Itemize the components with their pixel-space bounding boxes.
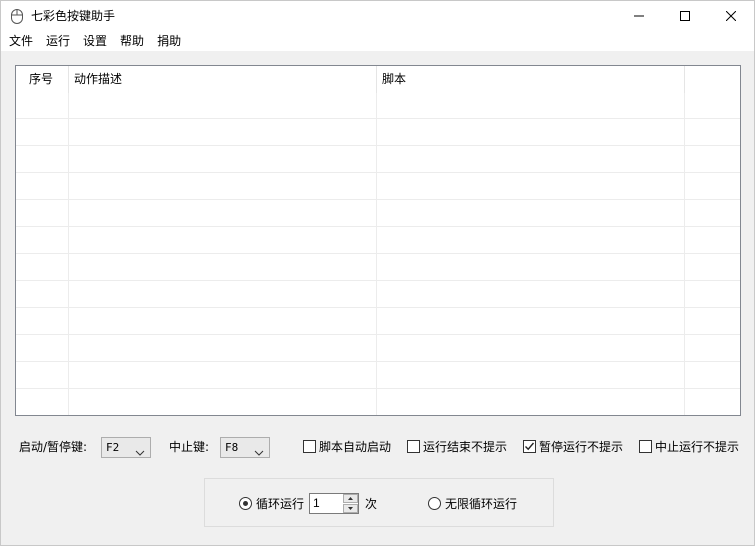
no-end-prompt-label: 运行结束不提示 [423, 440, 508, 454]
menu-bar: 文件 运行 设置 帮助 捐助 [1, 32, 754, 51]
stop-key-select[interactable]: F8 [220, 437, 270, 458]
spin-up-button[interactable] [343, 494, 358, 503]
title-bar: 七彩色按键助手 [1, 1, 754, 32]
grid-line [16, 253, 740, 254]
no-stop-prompt-label: 中止运行不提示 [655, 440, 740, 454]
no-pause-prompt-label: 暂停运行不提示 [539, 440, 624, 454]
menu-file[interactable]: 文件 [1, 32, 39, 51]
window-title: 七彩色按键助手 [31, 9, 116, 23]
maximize-icon [680, 10, 690, 24]
radio-selected-dot [243, 501, 248, 506]
menu-donate[interactable]: 捐助 [150, 32, 187, 51]
stop-key-label: 中止键: [169, 440, 210, 454]
close-button[interactable] [708, 1, 754, 32]
column-header-description[interactable]: 动作描述 [69, 66, 377, 93]
start-pause-label: 启动/暂停键: [19, 440, 88, 454]
grid-line [16, 334, 740, 335]
auto-start-label: 脚本自动启动 [319, 440, 392, 454]
script-table[interactable]: 序号 动作描述 脚本 [15, 65, 741, 416]
spin-down-button[interactable] [343, 504, 358, 513]
app-window: 七彩色按键助手 文件 运行 设置 帮助 捐助 序号 动作描述 脚本 启动/暂停键… [0, 0, 755, 546]
chevron-down-icon [254, 444, 264, 456]
grid-line [16, 199, 740, 200]
grid-line [16, 361, 740, 362]
no-stop-prompt-checkbox[interactable] [639, 440, 652, 453]
loop-count-unit: 次 [365, 497, 378, 511]
menu-settings[interactable]: 设置 [76, 32, 113, 51]
start-pause-key-select[interactable]: F2 [101, 437, 151, 458]
grid-line [376, 93, 377, 415]
menu-run[interactable]: 运行 [39, 32, 76, 51]
auto-start-checkbox[interactable] [303, 440, 316, 453]
loop-run-radio[interactable] [239, 497, 252, 510]
menu-help[interactable]: 帮助 [113, 32, 150, 51]
mouse-icon [11, 9, 23, 24]
stop-key-value: F8 [225, 441, 239, 454]
loop-run-label: 循环运行 [256, 497, 305, 511]
minimize-button[interactable] [616, 1, 662, 32]
grid-line [684, 93, 685, 415]
grid-line [16, 388, 740, 389]
no-pause-prompt-checkbox[interactable] [523, 440, 536, 453]
grid-line [16, 172, 740, 173]
grid-line [16, 226, 740, 227]
column-header-script[interactable]: 脚本 [377, 66, 685, 93]
column-header-extra[interactable] [685, 66, 740, 93]
grid-line [16, 118, 740, 119]
start-pause-key-value: F2 [106, 441, 120, 454]
loop-count-value: 1 [313, 496, 320, 510]
grid-line [16, 145, 740, 146]
maximize-button[interactable] [662, 1, 708, 32]
chevron-down-icon [135, 444, 145, 456]
close-icon [725, 10, 737, 24]
infinite-loop-radio[interactable] [428, 497, 441, 510]
minimize-icon [634, 10, 644, 24]
grid-line [16, 280, 740, 281]
arrow-up-icon [348, 497, 353, 500]
no-end-prompt-checkbox[interactable] [407, 440, 420, 453]
grid-line [16, 307, 740, 308]
infinite-loop-label: 无限循环运行 [445, 497, 518, 511]
column-header-index[interactable]: 序号 [16, 66, 69, 93]
arrow-down-icon [348, 507, 353, 510]
checkmark-icon [525, 442, 535, 451]
grid-line [68, 93, 69, 415]
